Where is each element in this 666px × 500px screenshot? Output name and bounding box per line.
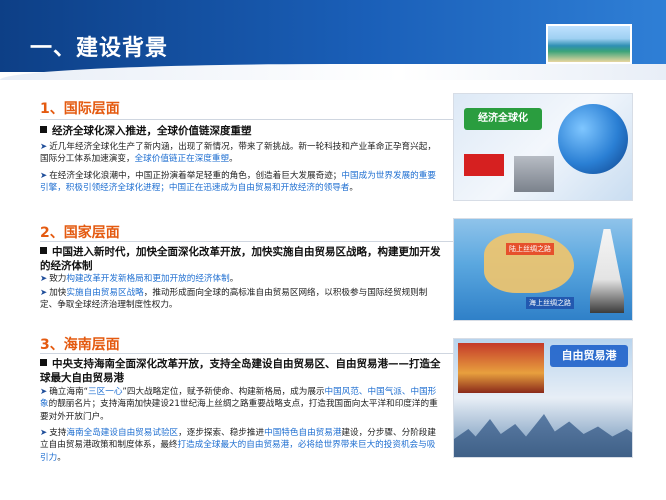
header-coastline-photo (546, 24, 632, 64)
body-text: 确立海南“ (49, 387, 89, 397)
body-text: 支持 (49, 428, 67, 438)
section-title-hainan: 3、海南层面 (40, 337, 120, 353)
body-text: 致力 (49, 274, 67, 284)
conference-hall-photo (458, 343, 544, 393)
hainan-ftz-image: 自由贸易港 (453, 338, 633, 458)
highlighted-text: 全球价值链正在深度重塑 (134, 154, 230, 165)
body-text: 。 (57, 452, 66, 463)
highlighted-text: 构建改革开发新格局和更加开放的经济体制 (66, 274, 230, 284)
page-title: 一、建设背景 (30, 36, 169, 61)
city-skyline (454, 414, 632, 457)
bullet-item: ➤ 确立海南“三区一心”四大战略定位，赋予新使命、构建新格局，成为展示中国风范、中… (40, 386, 442, 423)
highlighted-text: 海南全岛建设自由贸易试验区 (66, 428, 179, 438)
buildings-icon (514, 156, 554, 192)
highlighted-text: 三区一心 (88, 387, 123, 397)
highlighted-text: 中国特色自由贸易港 (264, 428, 342, 438)
arrow-bullet-icon: ➤ (40, 171, 48, 181)
header-banner: 一、建设背景 (0, 0, 666, 80)
arrow-bullet-icon: ➤ (40, 142, 48, 152)
sailing-ship-icon (590, 229, 624, 313)
body-text: 。 (229, 274, 239, 284)
flag-icon (464, 154, 504, 176)
square-bullet-icon (40, 126, 47, 133)
arrow-bullet-icon: ➤ (40, 387, 48, 397)
arrow-bullet-icon: ➤ (40, 288, 48, 298)
globalization-image: 经济全球化 (453, 93, 633, 201)
highlighted-text: 实施自由贸易区战略 (66, 288, 144, 298)
ftz-label: 自由贸易港 (550, 345, 628, 367)
globe-icon (558, 104, 628, 174)
section-headline: 中央支持海南全面深化改革开放，支持全岛建设自由贸易区、自由贸易港——打造全球最大… (40, 358, 441, 384)
map-landmass (484, 233, 574, 293)
bullet-item: ➤ 近几年经济全球化生产了新内涵，出现了新情况，带来了新挑战。新一轮科技和产业革命… (40, 141, 442, 166)
square-bullet-icon (40, 247, 47, 254)
silk-road-map-image: 陆上丝绸之路 海上丝绸之路 (453, 218, 633, 321)
body-text: 的靓丽名片；支持海南加快建设21世纪海上丝绸之路重要战略支点，打造我国面向太平洋… (40, 399, 438, 422)
section-title-international: 1、国际层面 (40, 101, 120, 117)
bullet-item: ➤ 致力构建改革开发新格局和更加开放的经济体制。 (40, 273, 442, 285)
body-text: ”四大战略定位，赋予新使命、构建新格局，成为展示 (122, 387, 325, 397)
arrow-bullet-icon: ➤ (40, 274, 48, 284)
section-headline: 经济全球化深入推进，全球价值链深度重塑 (40, 124, 445, 138)
bullet-item: ➤ 加快实施自由贸易区战略，推动形成面向全球的高标准自由贸易区网络，以积极参与国际… (40, 287, 442, 312)
maritime-silk-road-label: 海上丝绸之路 (526, 297, 574, 309)
section-headline: 中国进入新时代，加快全面深化改革开放，加快实施自由贸易区战略，构建更加开发的经济… (40, 246, 441, 272)
globalization-badge: 经济全球化 (464, 108, 542, 130)
body-text: 在经济全球化浪潮中，中国正扮演着举足轻重的角色，创造着巨大发展奇迹； (49, 171, 342, 181)
body-text: 加快 (49, 288, 67, 298)
body-text: ，逐步探索、稳步推进 (178, 428, 265, 438)
bullet-item: ➤ 在经济全球化浪潮中，中国正扮演着举足轻重的角色，创造着巨大发展奇迹；中国成为世… (40, 170, 442, 195)
square-bullet-icon (40, 359, 47, 366)
body-text: 。 (349, 183, 358, 194)
arrow-bullet-icon: ➤ (40, 428, 48, 438)
body-text: 。 (229, 154, 238, 165)
bullet-item: ➤ 支持海南全岛建设自由贸易试验区，逐步探索、稳步推进中国特色自由贸易港建设，分步… (40, 427, 442, 464)
body-text: 近几年经济全球化生产了新内涵，出现了新情况，带来了新挑战。新一轮科技和产业革命正… (40, 142, 436, 165)
section-title-national: 2、国家层面 (40, 225, 120, 241)
land-silk-road-label: 陆上丝绸之路 (506, 243, 554, 255)
header-wave (0, 64, 666, 80)
